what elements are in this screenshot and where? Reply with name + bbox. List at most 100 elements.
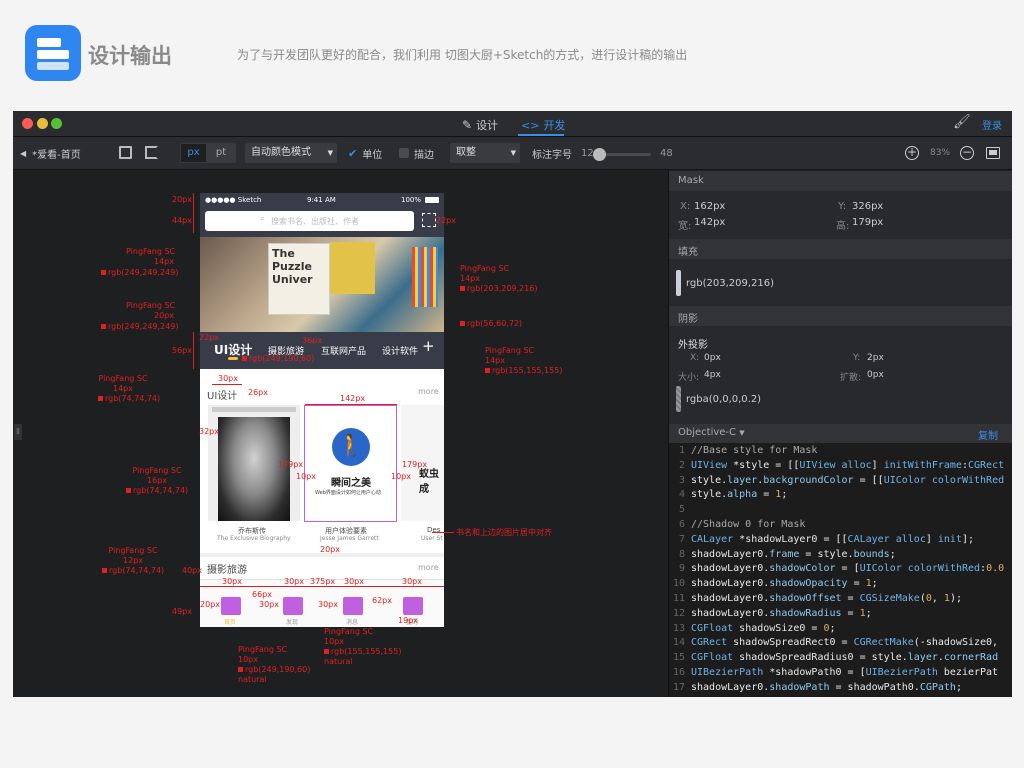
- shadow-size-value[interactable]: 4px: [704, 370, 721, 380]
- code-line: 5: [669, 503, 1012, 518]
- line-number: 14: [672, 637, 685, 649]
- tab-discover-icon[interactable]: [283, 597, 303, 615]
- tab-profile-icon[interactable]: [403, 597, 423, 615]
- maximize-window-button[interactable]: [51, 118, 62, 129]
- color-swatch: [126, 488, 131, 493]
- measure-line: [193, 193, 194, 233]
- text-annotation: rgb(249,249,249): [101, 268, 178, 278]
- checkbox-empty-icon: [399, 148, 409, 158]
- book-cover-header: [212, 407, 296, 412]
- code-text: shadowLayer0.frame = style.bounds;: [691, 548, 896, 560]
- height-value[interactable]: 179px: [852, 217, 883, 228]
- fit-screen-icon[interactable]: [986, 147, 1000, 159]
- code-block[interactable]: 1 //Base style for Mask 2 UIView *style = […: [669, 443, 1012, 697]
- shadow-x-value[interactable]: 0px: [704, 353, 721, 363]
- rounding-select[interactable]: 取整 ▼: [450, 143, 520, 163]
- shadow-spread-label: 扩散:: [840, 373, 862, 383]
- measure-label: 22px: [436, 216, 456, 225]
- save-icon[interactable]: [119, 146, 132, 159]
- color-swatch: [102, 568, 107, 573]
- measure-label: 142px: [340, 394, 366, 403]
- book-cover-subtitle: Web界面设计如何让用户心动: [315, 490, 381, 496]
- more-link[interactable]: more: [418, 563, 439, 572]
- measure-label: 56px: [172, 346, 192, 355]
- book-cover-puzzle: The Puzzle Univer: [268, 243, 330, 315]
- measure-label: 30px: [284, 577, 304, 586]
- stroke-checkbox[interactable]: 描边: [399, 139, 434, 167]
- font-size-slider[interactable]: [593, 148, 651, 161]
- chevron-left-icon: ◀: [20, 148, 27, 158]
- more-link[interactable]: more: [418, 387, 439, 396]
- brush-icon[interactable]: 🖌: [953, 114, 971, 130]
- category-item[interactable]: 设计软件: [382, 344, 418, 357]
- code-text: //Shadow 0 for Mask: [691, 518, 806, 530]
- color-mode-select[interactable]: 自动颜色模式 ▼: [245, 143, 337, 163]
- tab-dev[interactable]: <> 开发: [521, 115, 565, 135]
- sidebar-collapse-handle[interactable]: Ⅱ: [14, 424, 22, 440]
- code-line: 11 shadowLayer0.shadowOffset = CGSizeMake…: [669, 592, 1012, 607]
- measure-label: 20px: [320, 545, 340, 554]
- section-header: [669, 171, 1012, 191]
- measure-label: 375px: [310, 577, 336, 586]
- color-mode-value: 自动颜色模式: [251, 147, 311, 158]
- measure-label: 30px: [222, 577, 242, 586]
- zoom-in-icon[interactable]: +: [905, 146, 919, 160]
- line-number: 5: [678, 504, 685, 516]
- tab-home-icon[interactable]: [221, 597, 241, 615]
- close-window-button[interactable]: [22, 118, 33, 129]
- category-item[interactable]: 互联网产品: [321, 344, 366, 357]
- y-value[interactable]: 326px: [852, 201, 883, 212]
- measure-label: 66px: [252, 590, 272, 599]
- minimize-window-button[interactable]: [37, 118, 48, 129]
- font-size-label: 标注字号: [532, 149, 572, 161]
- font-size-slider-handle[interactable]: [593, 148, 606, 161]
- book-cover-title: 瞬间之美: [331, 478, 371, 489]
- code-text: shadowLayer0.shadowOffset = CGSizeMake(0…: [691, 592, 962, 604]
- back-button[interactable]: ◀ *爱看-首页: [20, 139, 81, 167]
- shadow-y-value[interactable]: 2px: [867, 353, 884, 363]
- font-size-min: 12: [581, 147, 594, 159]
- battery-icon: [425, 197, 439, 203]
- color-swatch: [101, 324, 106, 329]
- search-input[interactable]: ⌕ 搜索书名、出版社、作者: [205, 211, 414, 231]
- color-swatch: [324, 649, 329, 654]
- text-annotation: rgb(56,60,72): [460, 319, 522, 329]
- unit-checkbox[interactable]: ✔ 单位: [348, 139, 382, 167]
- book-cover-selected[interactable]: 🚶 瞬间之美 Web界面设计如何让用户心动: [304, 405, 397, 522]
- login-link[interactable]: 登录: [982, 117, 1002, 132]
- code-line: 12 shadowLayer0.shadowRadius = 1;: [669, 607, 1012, 622]
- book-cover-yellow: [330, 242, 375, 294]
- search-icon: ⌕: [260, 214, 266, 224]
- x-value[interactable]: 162px: [694, 201, 725, 212]
- tab-label: 消息: [346, 619, 359, 626]
- export-icon[interactable]: [145, 146, 158, 159]
- measure-label: 36px: [302, 336, 322, 345]
- checkbox-checked-icon: ✔: [348, 146, 358, 160]
- section-shadow-label: 阴影: [678, 314, 698, 325]
- tab-dev-underline: [518, 134, 564, 136]
- x-label: X:: [680, 201, 691, 212]
- shadow-x-label: X:: [690, 353, 700, 363]
- tab-message-icon[interactable]: [343, 597, 363, 615]
- measure-label: 30px: [318, 600, 338, 609]
- color-swatch: [485, 368, 490, 373]
- shadow-spread-value[interactable]: 0px: [867, 370, 884, 380]
- unit-pt-button[interactable]: pt: [208, 144, 234, 162]
- banner-image[interactable]: The Puzzle Univer: [200, 237, 444, 332]
- width-value[interactable]: 142px: [694, 217, 725, 228]
- zoom-out-icon[interactable]: −: [960, 146, 974, 160]
- shadow-color-value[interactable]: rgba(0,0,0,0.2): [686, 394, 761, 405]
- add-category-icon[interactable]: +: [422, 337, 435, 355]
- scan-icon[interactable]: [422, 213, 436, 227]
- language-select[interactable]: Objective-C ▼: [678, 427, 745, 438]
- code-text: shadowLayer0.shadowColor = [UIColor colo…: [691, 563, 1005, 575]
- text-annotation: PingFang SC 14px rgb(203,209,216): [460, 264, 538, 293]
- tab-design[interactable]: ✎ 设计: [462, 115, 498, 135]
- measure-label: 179px: [402, 460, 428, 469]
- measure-label: 32px: [199, 427, 219, 436]
- copy-button[interactable]: 复制: [978, 427, 998, 442]
- unit-px-button[interactable]: px: [181, 144, 206, 162]
- code-text: UIBezierPath *shadowPath0 = [UIBezierPat…: [691, 666, 999, 678]
- chevron-down-icon: ▼: [327, 149, 333, 157]
- fill-value[interactable]: rgb(203,209,216): [686, 278, 774, 289]
